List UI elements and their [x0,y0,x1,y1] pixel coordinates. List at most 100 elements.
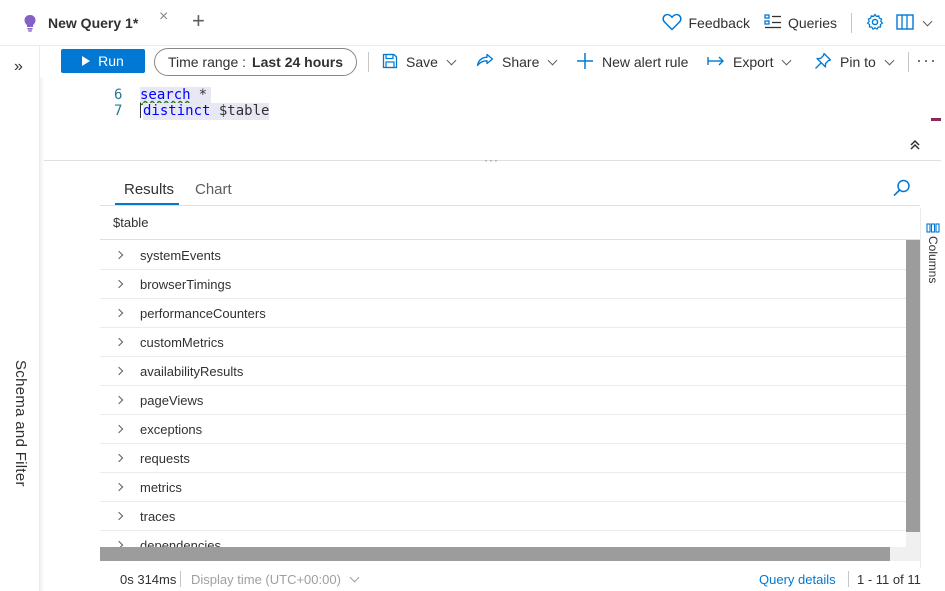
row-value: customMetrics [140,334,224,350]
chevron-right-icon[interactable] [114,308,124,318]
row-value: pageViews [140,392,204,408]
toolbar-divider [368,52,369,72]
table-row[interactable]: customMetrics [100,328,906,357]
vertical-scrollbar[interactable] [906,240,920,547]
pin-icon [814,52,832,73]
lightbulb-icon [18,11,42,35]
display-time-dropdown[interactable]: Display time (UTC+00:00) [191,572,360,587]
minimap-marker [931,118,941,121]
save-label: Save [406,54,438,70]
save-icon [382,53,398,72]
chevron-down-icon [446,55,457,65]
schema-filter-label[interactable]: Schema and Filter [12,360,29,487]
results-pane: Results Chart $table systemEvents browse… [100,172,920,567]
chevron-down-icon [349,572,360,583]
add-tab-icon[interactable]: + [192,10,205,32]
text-cursor [140,103,141,118]
share-button[interactable]: Share [476,52,558,72]
horizontal-scrollbar[interactable] [100,547,920,561]
chevron-right-icon[interactable] [114,395,124,405]
chevron-right-icon[interactable] [114,366,124,376]
tab-chart[interactable]: Chart [195,181,232,198]
row-value: traces [140,508,176,524]
tab-bar: New Query 1* × + Feedback Queries [0,0,945,46]
new-alert-rule-label: New alert rule [602,54,689,70]
table-row[interactable]: traces [100,502,906,531]
table-row[interactable]: metrics [100,473,906,502]
result-count: 1 - 11 of 11 [857,572,921,587]
row-value: availabilityResults [140,363,244,379]
row-value: requests [140,450,190,466]
columns-panel[interactable]: Columns [920,208,945,568]
table-row[interactable]: exceptions [100,415,906,444]
table-row[interactable]: systemEvents [100,241,906,270]
columns-label[interactable]: Columns [926,236,940,283]
share-icon [476,53,494,72]
row-value: metrics [140,479,182,495]
status-divider [180,571,181,587]
run-button[interactable]: Run [61,49,145,73]
settings-button[interactable] [866,12,884,34]
chevron-right-icon[interactable] [114,250,124,260]
chevron-down-icon [547,55,558,65]
query-editor[interactable]: 6 search * 7 distinct $table [44,78,945,162]
expand-panel-icon[interactable]: » [14,58,23,76]
time-range-button[interactable]: Time range : Last 24 hours [154,48,357,76]
line-number: 6 [114,87,123,103]
list-icon [764,13,782,33]
tab-results[interactable]: Results [124,181,174,198]
chevron-down-icon [884,55,895,65]
status-bar: 0s 314ms Display time (UTC+00:00) Query … [100,567,945,591]
gear-icon [866,12,884,34]
query-details-link[interactable]: Query details [759,572,836,587]
vertical-scroll-thumb[interactable] [906,240,920,532]
table-row[interactable]: browserTimings [100,270,906,299]
table-row[interactable]: pageViews [100,386,906,415]
pin-to-button[interactable]: Pin to [814,52,895,73]
table-row[interactable]: availabilityResults [100,357,906,386]
book-menu-button[interactable] [896,13,933,33]
more-options-icon[interactable]: ··· [916,50,937,71]
header-divider [851,13,852,33]
close-tab-icon[interactable]: × [159,8,168,26]
column-header-table[interactable]: $table [100,206,920,240]
arrow-right-icon [707,54,725,71]
status-divider [848,571,849,587]
share-label: Share [502,54,540,70]
results-tabs: Results Chart [100,172,920,206]
queries-label: Queries [787,15,837,31]
code-line[interactable]: 7 distinct $table [114,103,270,120]
table-row[interactable]: performanceCounters [100,299,906,328]
query-toolbar: Run Time range : Last 24 hours Save Shar… [40,46,945,78]
play-icon [82,56,91,66]
splitter-handle-icon[interactable]: ··· [484,153,499,167]
chevron-right-icon[interactable] [114,279,124,289]
chevron-down-icon [922,16,933,26]
save-button[interactable]: Save [382,52,457,72]
table-row[interactable]: dependencies [100,531,906,547]
table-row[interactable]: requests [100,444,906,473]
horizontal-scroll-thumb[interactable] [100,547,890,561]
feedback-button[interactable]: Feedback [662,13,750,34]
time-range-label: Time range : [167,54,247,70]
new-alert-rule-button[interactable]: New alert rule [576,52,688,72]
editor-results-splitter[interactable]: ··· [44,153,941,167]
export-button[interactable]: Export [707,52,792,72]
code-keyword: search [140,87,191,104]
queries-button[interactable]: Queries [764,13,837,33]
feedback-label: Feedback [688,15,750,31]
chevron-right-icon[interactable] [114,482,124,492]
row-value: systemEvents [140,247,221,263]
pin-to-label: Pin to [840,54,876,70]
chevron-right-icon[interactable] [114,453,124,463]
active-tab-indicator [115,203,179,205]
chevron-right-icon[interactable] [114,337,124,347]
code-line[interactable]: 6 search * [114,87,212,104]
code-text: $table [210,103,270,120]
collapse-editor-icon[interactable] [909,138,921,154]
schema-filter-panel[interactable]: » Schema and Filter [0,46,40,591]
chevron-right-icon[interactable] [114,424,124,434]
chevron-right-icon[interactable] [114,511,124,521]
search-icon[interactable] [892,178,912,203]
display-time-label: Display time (UTC+00:00) [191,572,341,587]
